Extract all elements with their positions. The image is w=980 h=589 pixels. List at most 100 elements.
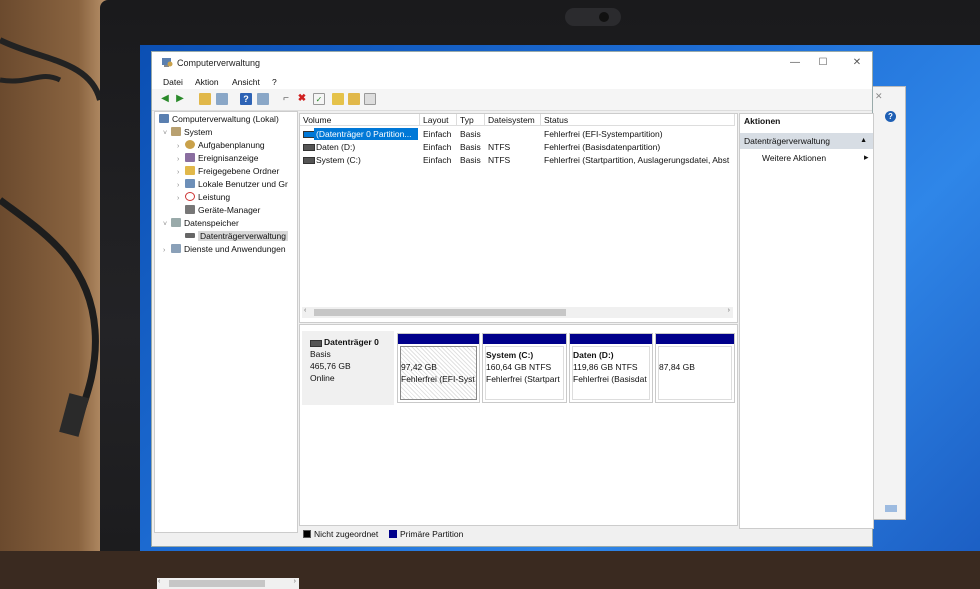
row1-typ: Basis: [460, 142, 481, 152]
scroll-right-icon[interactable]: ›: [294, 578, 296, 585]
partition-unnamed[interactable]: 87,84 GB: [655, 333, 735, 403]
tree-item-datenspeicher[interactable]: ˅ Datenspeicher: [163, 218, 239, 230]
column-header-volume[interactable]: Volume: [300, 114, 420, 126]
disk-size: 465,76 GB: [310, 361, 351, 371]
scrollbar-thumb[interactable]: [314, 309, 566, 316]
legend-label-primary: Primäre Partition: [400, 529, 464, 539]
row1-volume[interactable]: Daten (D:): [316, 141, 355, 153]
chevron-right-icon[interactable]: ›: [177, 169, 185, 176]
partition-bar: [570, 334, 652, 344]
partition-size: 119,86 GB NTFS: [573, 362, 638, 372]
tree-root[interactable]: Computerverwaltung (Lokal): [159, 114, 279, 126]
help-icon[interactable]: ?: [240, 93, 252, 105]
partition-bar: [656, 334, 734, 344]
actions-section-label: Datenträgerverwaltung: [744, 136, 830, 146]
row0-status: Fehlerfrei (EFI-Systempartition): [544, 129, 663, 139]
row1-layout: Einfach: [423, 142, 452, 152]
partition-size: 87,84 GB: [659, 362, 695, 372]
partition-title: System (C:): [486, 350, 534, 360]
check-icon[interactable]: ✓: [313, 93, 325, 105]
chevron-right-icon[interactable]: ›: [177, 182, 185, 189]
chevron-right-icon[interactable]: ›: [177, 143, 185, 150]
partition-efi[interactable]: 97,42 GB Fehlerfrei (EFI-Syst: [397, 333, 480, 403]
row0-layout: Einfach: [423, 129, 452, 139]
tree-item-leistung[interactable]: › Leistung: [177, 192, 230, 204]
tree-item-ereignisanzeige[interactable]: › Ereignisanzeige: [177, 153, 258, 165]
maximize-button[interactable]: ☐: [808, 54, 838, 72]
actions-section[interactable]: Datenträgerverwaltung ▲: [740, 133, 873, 149]
column-header-layout[interactable]: Layout: [420, 114, 457, 126]
scroll-left-icon[interactable]: ‹: [304, 307, 306, 314]
actions-pane: Aktionen Datenträgerverwaltung ▲ Weitere…: [739, 113, 874, 529]
row2-fs: NTFS: [488, 155, 511, 165]
scroll-left-icon[interactable]: ‹: [158, 578, 160, 585]
legend-label-unallocated: Nicht zugeordnet: [314, 529, 379, 539]
menu-datei[interactable]: Datei: [163, 77, 183, 87]
view-icon[interactable]: [257, 93, 269, 105]
disk-info-panel[interactable]: Datenträger 0 Basis 465,76 GB Online: [302, 331, 394, 405]
disk-type: Basis: [310, 349, 331, 359]
row0-typ: Basis: [460, 129, 481, 139]
column-header-typ[interactable]: Typ: [457, 114, 485, 126]
tree-item-aufgabenplanung[interactable]: › Aufgabenplanung: [177, 140, 265, 152]
partition-title: Daten (D:): [573, 350, 614, 360]
forward-arrow-icon[interactable]: ▶: [174, 93, 186, 105]
legend-swatch-primary: [389, 530, 397, 538]
connect-icon[interactable]: ⌐: [280, 93, 292, 105]
chevron-down-icon[interactable]: ˅: [163, 221, 171, 228]
console-icon[interactable]: [364, 93, 376, 105]
performance-icon: [185, 192, 195, 201]
disk-name: Datenträger 0: [324, 337, 379, 347]
shared-folder-icon: [185, 166, 195, 175]
export-icon[interactable]: [332, 93, 344, 105]
row0-volume[interactable]: (Datenträger 0 Partition...: [314, 128, 418, 140]
chevron-right-icon[interactable]: ›: [177, 195, 185, 202]
folder-up-icon[interactable]: [199, 93, 211, 105]
title-bar: Computerverwaltung — ☐ ✕: [152, 52, 872, 74]
back-arrow-icon[interactable]: ◀: [159, 93, 171, 105]
tree-item-dienste[interactable]: › Dienste und Anwendungen: [163, 244, 286, 256]
chevron-right-icon[interactable]: ›: [163, 247, 171, 254]
properties-icon[interactable]: [216, 93, 228, 105]
volume-icon: [303, 144, 315, 151]
computer-management-window: Computerverwaltung — ☐ ✕ Datei Aktion An…: [151, 51, 874, 589]
minimize-button[interactable]: —: [780, 54, 810, 72]
row2-layout: Einfach: [423, 155, 452, 165]
menu-help[interactable]: ?: [272, 77, 277, 87]
menu-aktion[interactable]: Aktion: [195, 77, 219, 87]
collapse-icon[interactable]: ▲: [860, 133, 867, 149]
scroll-right-icon[interactable]: ›: [728, 307, 730, 314]
volume-list-horizontal-scrollbar[interactable]: ‹ ›: [302, 307, 733, 318]
find-icon[interactable]: [348, 93, 360, 105]
tree-item-freigegebene-ordner[interactable]: › Freigegebene Ordner: [177, 166, 279, 178]
disk-icon: [310, 340, 322, 347]
storage-icon: [171, 218, 181, 227]
delete-icon[interactable]: ✖: [296, 93, 308, 105]
chevron-right-icon[interactable]: ›: [177, 156, 185, 163]
row2-volume[interactable]: System (C:): [316, 154, 361, 166]
navigation-tree: Computerverwaltung (Lokal) ˅ System › Aufg…: [154, 111, 299, 589]
users-icon: [185, 179, 195, 188]
close-button[interactable]: ✕: [842, 54, 872, 72]
partition-daten[interactable]: Daten (D:) 119,86 GB NTFS Fehlerfrei (Ba…: [569, 333, 653, 403]
help-icon[interactable]: ?: [885, 111, 896, 122]
menu-bar: Datei Aktion Ansicht ?: [152, 74, 872, 89]
column-header-status[interactable]: Status: [541, 114, 735, 126]
tree-item-geraete-manager[interactable]: Geräte-Manager: [185, 205, 260, 217]
more-actions-item[interactable]: Weitere Aktionen: [762, 153, 826, 163]
row1-fs: NTFS: [488, 142, 511, 152]
partition-size: 97,42 GB: [401, 362, 437, 372]
window-title: Computerverwaltung: [177, 58, 261, 68]
tree-item-lokale-benutzer[interactable]: › Lokale Benutzer und Gr: [177, 179, 288, 191]
tree-item-datentraegerverwaltung[interactable]: Datenträgerverwaltung: [185, 231, 288, 243]
disk-icon: [185, 233, 195, 238]
chevron-right-icon[interactable]: ▸: [864, 152, 869, 163]
tree-horizontal-scrollbar[interactable]: ‹ ›: [157, 578, 299, 589]
partition-system[interactable]: System (C:) 160,64 GB NTFS Fehlerfrei (S…: [482, 333, 567, 403]
chevron-down-icon[interactable]: ˅: [163, 130, 171, 137]
tree-item-system[interactable]: ˅ System: [163, 127, 212, 139]
menu-ansicht[interactable]: Ansicht: [232, 77, 260, 87]
column-header-dateisystem[interactable]: Dateisystem: [485, 114, 541, 126]
scrollbar-thumb[interactable]: [169, 580, 265, 587]
partition-body: [658, 346, 732, 400]
